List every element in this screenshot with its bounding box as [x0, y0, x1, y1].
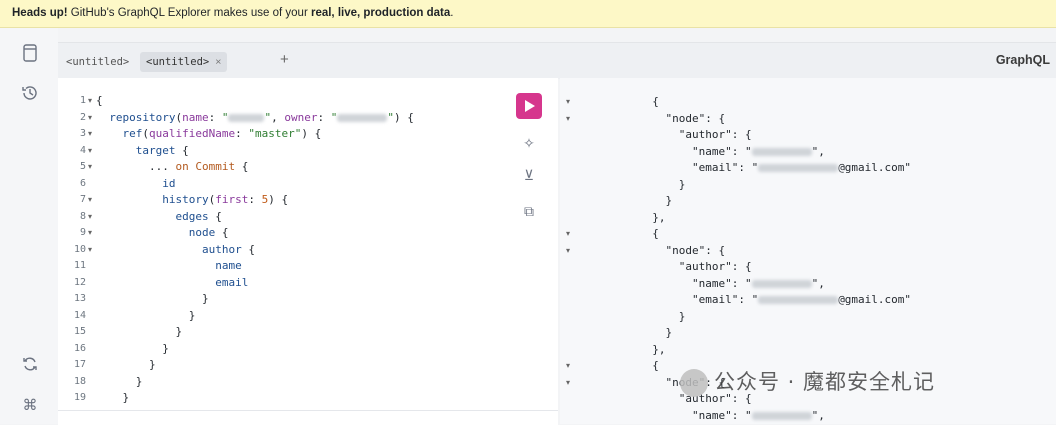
sidebar: ⌘ [0, 28, 58, 424]
code-line: } [96, 341, 169, 355]
line-number: 1 [79, 95, 86, 106]
code-line: history(first: 5) { [162, 193, 289, 206]
watermark: 公众号 · 魔都安全札记 [680, 366, 935, 397]
watermark-logo-icon [680, 369, 708, 397]
line-number: 12 [73, 276, 86, 288]
fold-toggle-icon[interactable]: ▾ [566, 358, 570, 375]
command-icon[interactable]: ⌘ [20, 396, 40, 416]
merge-icon[interactable]: ⊻ [520, 166, 538, 184]
fold-toggle-icon[interactable]: ▾ [88, 225, 92, 242]
code-line: } [96, 374, 143, 388]
play-icon[interactable] [516, 93, 542, 119]
result-line: } [586, 326, 673, 339]
line-number: 8 [79, 210, 86, 222]
line-number: 3 [79, 128, 86, 139]
banner-suffix: . [450, 7, 454, 19]
result-line: } [586, 309, 686, 323]
code-line: } [96, 358, 156, 371]
fold-toggle-icon[interactable]: ▾ [88, 126, 92, 143]
line-number: 11 [73, 260, 86, 271]
fold-toggle-icon[interactable]: ▾ [566, 375, 570, 392]
fold-toggle-icon[interactable]: ▾ [88, 93, 92, 110]
code-line: name [215, 259, 242, 272]
code-line: target { [135, 143, 189, 157]
prettify-icon[interactable]: ✧ [520, 134, 538, 152]
line-number: 9 [79, 227, 86, 238]
line-number: 2 [79, 111, 86, 123]
code-line: ... on Commit { [96, 160, 249, 173]
code-line: { [96, 94, 103, 107]
graphql-brand: GraphQL [995, 53, 1050, 67]
result-line: "author": { [586, 260, 752, 273]
result-line: "email": " @gmail.com" [586, 293, 912, 306]
heads-up-banner: Heads up! GitHub's GraphQL Explorer make… [0, 0, 1056, 28]
add-tab-button[interactable]: + [280, 51, 289, 68]
line-number: 10 [73, 243, 86, 255]
line-number: 13 [73, 293, 86, 304]
result-line: "node": { [586, 243, 726, 257]
variables-pane-header[interactable] [58, 410, 558, 425]
result-line: } [586, 177, 686, 191]
tab-bar: <untitled> <untitled> × + GraphQL [58, 42, 1056, 79]
result-line: { [586, 359, 659, 372]
result-line: "node": { [586, 111, 726, 125]
line-number: 17 [73, 359, 86, 370]
result-line: "name": " ", [586, 144, 825, 158]
code-line: } [96, 325, 183, 338]
query-editor[interactable]: 1 ▾{2 ▾ repository(name: " ", owner: " ") {3… [58, 78, 558, 410]
code-line: edges { [175, 209, 222, 223]
tab-label: <untitled> [146, 56, 210, 68]
tab-untitled-1[interactable]: <untitled> [66, 52, 129, 72]
close-tab-icon[interactable]: × [215, 56, 221, 68]
fold-toggle-icon[interactable]: ▾ [566, 94, 570, 111]
result-line: { [586, 95, 659, 108]
line-number: 4 [79, 144, 86, 156]
line-number: 19 [73, 392, 86, 403]
watermark-text: 公众号 · 魔都安全札记 [714, 370, 936, 394]
fold-toggle-icon[interactable]: ▾ [88, 110, 92, 127]
fold-toggle-icon[interactable]: ▾ [88, 209, 92, 226]
code-line: } [96, 308, 196, 322]
fold-toggle-icon[interactable]: ▾ [88, 159, 92, 176]
code-line: email [215, 275, 249, 289]
result-line: "author": { [586, 128, 752, 141]
line-number: 16 [73, 342, 86, 354]
result-line: "name": " ", [586, 408, 825, 422]
code-line: author { [201, 242, 255, 256]
fold-toggle-icon[interactable]: ▾ [566, 226, 570, 243]
result-line: "email": " @gmail.com" [586, 161, 912, 174]
result-line: { [586, 227, 659, 240]
line-number: 5 [79, 161, 86, 172]
history-icon[interactable] [20, 84, 40, 104]
fold-toggle-icon[interactable]: ▾ [566, 243, 570, 260]
line-number: 14 [73, 309, 86, 321]
code-line: } [96, 391, 130, 404]
result-line: "name": " ", [586, 276, 825, 290]
result-line: }, [586, 210, 666, 224]
line-number: 7 [79, 194, 86, 205]
line-number: 18 [73, 375, 86, 387]
code-line: node { [188, 226, 229, 239]
banner-prefix: Heads up! [12, 7, 68, 19]
code-line: ref(qualifiedName: "master") { [122, 127, 322, 140]
fold-toggle-icon[interactable]: ▾ [88, 242, 92, 259]
result-line: }, [586, 342, 666, 356]
line-number: 15 [73, 326, 86, 337]
banner-text: GitHub's GraphQL Explorer makes use of y… [67, 7, 311, 19]
line-number: 6 [79, 177, 86, 189]
docs-icon[interactable] [20, 44, 40, 64]
code-line: id [162, 176, 176, 190]
result-line: } [586, 194, 673, 207]
fold-toggle-icon[interactable]: ▾ [88, 143, 92, 160]
banner-bold-text: real, live, production data [310, 7, 451, 19]
tab-untitled-2[interactable]: <untitled> × [140, 52, 228, 72]
fold-toggle-icon[interactable]: ▾ [566, 111, 570, 128]
code-line: repository(name: " ", owner: " ") { [109, 110, 414, 124]
refresh-icon[interactable] [20, 355, 40, 375]
fold-toggle-icon[interactable]: ▾ [88, 192, 92, 209]
code-line: } [96, 292, 209, 305]
copy-icon[interactable]: ⧉ [520, 202, 538, 220]
tab-label: <untitled> [66, 56, 130, 68]
